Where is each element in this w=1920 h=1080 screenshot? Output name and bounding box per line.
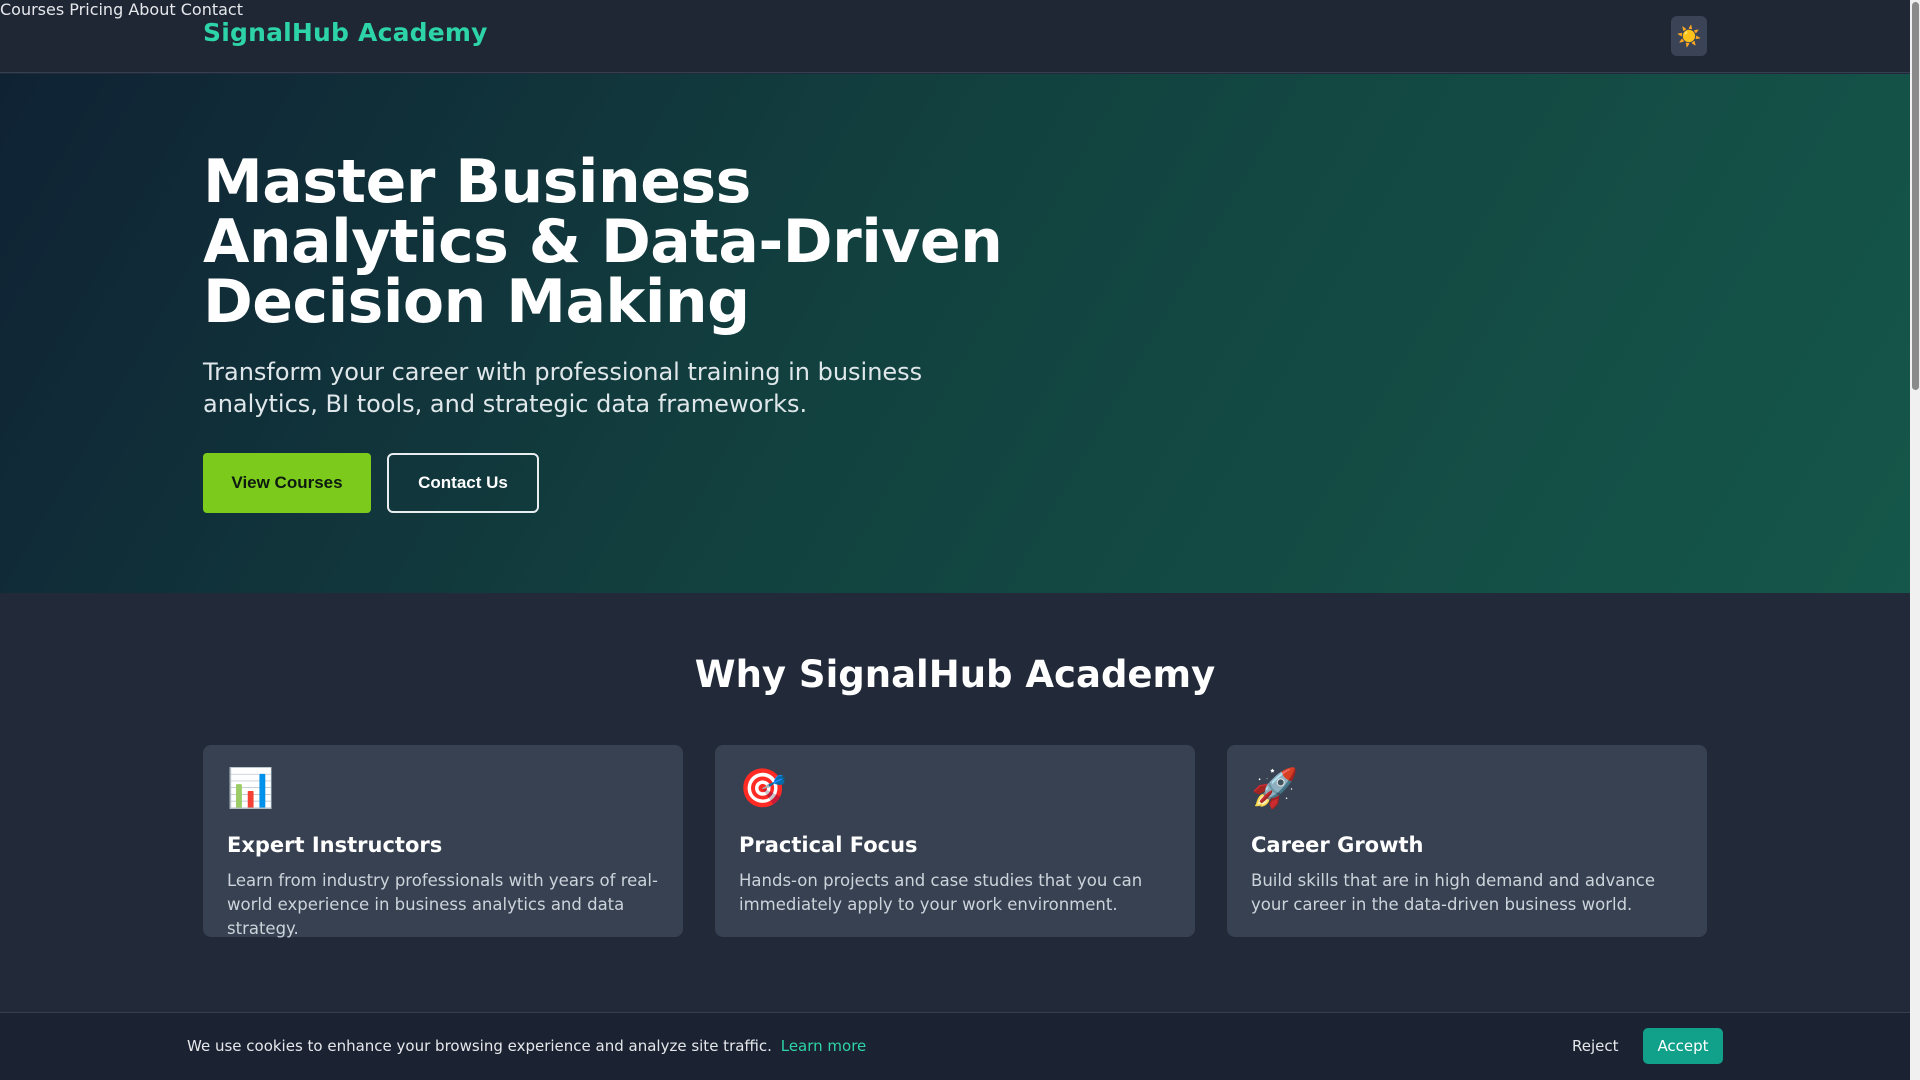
nav-link-about[interactable]: About [128,0,175,19]
nav-link-pricing[interactable]: Pricing [69,0,123,19]
reject-button[interactable]: Reject [1572,1037,1619,1055]
card-title: Expert Instructors [227,833,443,857]
hero-title: Master Business Analytics & Data-Driven … [203,147,1003,337]
accept-button[interactable]: Accept [1643,1028,1723,1064]
nav-link-contact[interactable]: Contact [181,0,243,19]
page: SignalHub Academy Courses Pricing About … [0,0,1920,1080]
card-text: Build skills that are in high demand and… [1251,871,1656,914]
sun-icon: ☀️ [1676,24,1702,48]
feature-card-career-growth: 🚀 Career Growth Build skills that are in… [1227,745,1707,937]
contact-us-button[interactable]: Contact Us [387,453,539,513]
card-text: Hands-on projects and case studies that … [739,871,1143,914]
bar-chart-icon: 📊 [227,766,275,810]
card-title: Practical Focus [739,833,918,857]
card-title: Career Growth [1251,833,1424,857]
target-icon: 🎯 [739,766,787,810]
feature-card-practical-focus: 🎯 Practical Focus Hands-on projects and … [715,745,1195,937]
cookie-message: We use cookies to enhance your browsing … [187,1037,866,1055]
hero-subtitle: Transform your career with professional … [203,358,923,418]
theme-toggle-button[interactable]: ☀️ [1671,16,1707,56]
card-text: Learn from industry professionals with y… [227,871,658,938]
cookie-text: We use cookies to enhance your browsing … [187,1037,772,1055]
nav-link-courses[interactable]: Courses [0,0,64,19]
learn-more-link[interactable]: Learn more [781,1037,867,1055]
feature-card-expert-instructors: 📊 Expert Instructors Learn from industry… [203,745,683,938]
view-courses-button[interactable]: View Courses [203,453,371,513]
hero-section: Master Business Analytics & Data-Driven … [0,74,1910,593]
top-navbar: SignalHub Academy Courses Pricing About … [0,0,1910,73]
cookie-banner: We use cookies to enhance your browsing … [0,1012,1910,1080]
main-nav: Courses Pricing About Contact [0,0,1910,19]
brand-logo[interactable]: SignalHub Academy [203,18,488,47]
scrollbar-thumb[interactable] [1912,2,1919,390]
rocket-icon: 🚀 [1251,766,1299,810]
section-title: Why SignalHub Academy [694,653,1216,696]
why-section: Why SignalHub Academy 📊 Expert Instructo… [0,593,1910,1013]
